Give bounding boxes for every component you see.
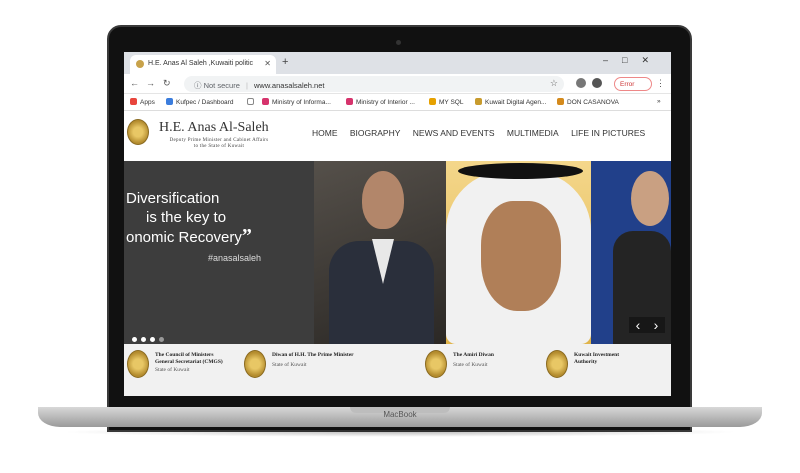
emblem-icon <box>425 350 447 378</box>
device-brand: MacBook <box>383 410 417 419</box>
partner-sub: State of Kuwait <box>155 367 190 373</box>
quote-line-3-wrap: onomic Recovery” <box>126 225 314 247</box>
main-nav: HOME BIOGRAPHY NEWS AND EVENTS MULTIMEDI… <box>312 128 655 138</box>
quote-text: Diversification is the key to onomic Rec… <box>124 189 314 247</box>
nav-home[interactable]: HOME <box>312 128 338 138</box>
bookmarks-bar: Apps Kufpec / Dashboard Ministry of Info… <box>124 94 671 111</box>
quote-line-1: Diversification <box>126 190 220 207</box>
info-icon[interactable]: ⓘ <box>194 81 202 90</box>
bookmark-apps[interactable]: Apps <box>130 98 155 106</box>
kufpec-icon <box>166 98 173 105</box>
partner-sub: State of Kuwait <box>272 362 307 368</box>
favicon-icon <box>136 60 144 68</box>
reload-icon[interactable]: ↻ <box>163 78 171 89</box>
bookmarks-overflow[interactable]: » <box>657 98 661 105</box>
site-title[interactable]: H.E. Anas Al-Saleh <box>159 120 269 136</box>
base-shadow <box>60 427 740 437</box>
close-tab-icon[interactable]: ✕ <box>264 59 271 68</box>
subtitle-line-2: to the State of Kuwait <box>193 144 245 149</box>
partner-diwan-pm[interactable]: Diwan of H.H. The Prime Minister State o… <box>244 350 384 386</box>
hero-slider[interactable]: Diversification is the key to onomic Rec… <box>124 161 671 344</box>
security-label: Not secure <box>203 81 240 90</box>
partner-title: Kuwait Investment Authority <box>574 352 620 365</box>
bookmark-mysql[interactable]: MY SQL <box>429 98 463 106</box>
extension-icon[interactable] <box>576 78 586 88</box>
emblem-icon <box>127 350 149 378</box>
address-bar[interactable]: ⓘ Not secure | www.anasalsaleh.net ☆ <box>184 76 564 92</box>
kuwait-emblem-icon[interactable] <box>127 119 149 145</box>
quote-mark: ” <box>241 225 252 247</box>
nav-life-in-pictures[interactable]: LIFE IN PICTURES <box>571 128 645 138</box>
url-text[interactable]: www.anasalsaleh.net <box>254 81 324 90</box>
photo-head <box>631 171 669 226</box>
nav-biography[interactable]: BIOGRAPHY <box>350 128 401 138</box>
bookmark-don-casanova[interactable]: DON CASANOVA <box>557 98 619 106</box>
site-subtitle: Deputy Prime Minister and Cabinet Affair… <box>154 138 284 150</box>
slider-dot[interactable] <box>141 337 146 342</box>
kuwait-digital-icon <box>475 98 482 105</box>
quote-panel: Diversification is the key to onomic Rec… <box>124 161 314 344</box>
casanova-icon <box>557 98 564 105</box>
photo-agal <box>458 163 583 179</box>
bookmark-page[interactable] <box>247 98 257 106</box>
page-icon <box>247 98 254 105</box>
slider-dot[interactable] <box>150 337 155 342</box>
emblem-icon <box>546 350 568 378</box>
photo-face <box>481 201 561 311</box>
nav-news-events[interactable]: NEWS AND EVENTS <box>413 128 495 138</box>
quote-line-2: is the key to <box>146 209 227 226</box>
partner-title: Diwan of H.H. The Prime Minister <box>272 352 354 358</box>
photo-speaking <box>314 161 446 344</box>
bookmark-ministry-interior[interactable]: Ministry of Interior ... <box>346 98 415 106</box>
browser-tab[interactable]: H.E. Anas Al Saleh ,Kuwaiti politic ✕ <box>130 55 276 74</box>
partner-title: The Council of Ministers General Secretar… <box>155 352 223 365</box>
slider-arrows: ‹ › <box>629 317 669 337</box>
quote-line-3: onomic Recovery <box>126 229 242 246</box>
next-slide-icon[interactable]: › <box>647 317 665 333</box>
menu-icon[interactable]: ⋮ <box>656 78 665 89</box>
partner-amiri-diwan[interactable]: The Amiri Diwan State of Kuwait <box>425 350 535 386</box>
folder-icon <box>429 98 436 105</box>
shield-extension-icon[interactable] <box>592 78 602 88</box>
tab-title: H.E. Anas Al Saleh ,Kuwaiti politic <box>148 60 254 67</box>
instagram-icon <box>262 98 269 105</box>
hashtag: #anasalsaleh <box>208 253 262 263</box>
nav-multimedia[interactable]: MULTIMEDIA <box>507 128 559 138</box>
prev-slide-icon[interactable]: ‹ <box>629 317 647 333</box>
partner-title: The Amiri Diwan <box>453 352 494 358</box>
partner-sub: State of Kuwait <box>453 362 488 368</box>
instagram-icon <box>346 98 353 105</box>
emblem-icon <box>244 350 266 378</box>
browser-window: H.E. Anas Al Saleh ,Kuwaiti politic ✕ + … <box>124 52 671 396</box>
tab-strip: H.E. Anas Al Saleh ,Kuwaiti politic ✕ + … <box>124 52 671 74</box>
forward-icon[interactable]: → <box>146 78 155 88</box>
bookmark-kufpec[interactable]: Kufpec / Dashboard <box>166 98 233 106</box>
site-header: H.E. Anas Al-Saleh Deputy Prime Minister… <box>124 111 671 161</box>
error-label: Error <box>620 81 635 88</box>
apps-grid-icon <box>130 98 137 105</box>
partner-kia[interactable]: Kuwait Investment Authority <box>546 350 656 386</box>
bookmark-star-icon[interactable]: ☆ <box>550 78 558 89</box>
bookmark-ministry-information[interactable]: Ministry of Informa... <box>262 98 331 106</box>
address-toolbar: ← → ↻ ⓘ Not secure | www.anasalsaleh.net… <box>124 74 671 94</box>
photo-head <box>362 171 404 229</box>
partner-cmgs[interactable]: The Council of Ministers General Secretar… <box>127 350 237 386</box>
profile-error-button[interactable]: Error <box>614 77 652 91</box>
partner-links: The Council of Ministers General Secretar… <box>124 344 671 396</box>
slider-dot[interactable] <box>132 337 137 342</box>
camera <box>396 40 401 45</box>
photo-portrait <box>446 161 591 344</box>
back-icon[interactable]: ← <box>130 78 139 88</box>
new-tab-button[interactable]: + <box>282 56 288 68</box>
omnibox-divider: | <box>245 81 248 90</box>
window-controls[interactable]: –□✕ <box>603 55 663 66</box>
bookmark-kuwait-digital[interactable]: Kuwait Digital Agen... <box>475 98 546 106</box>
slider-dot[interactable] <box>159 337 164 342</box>
